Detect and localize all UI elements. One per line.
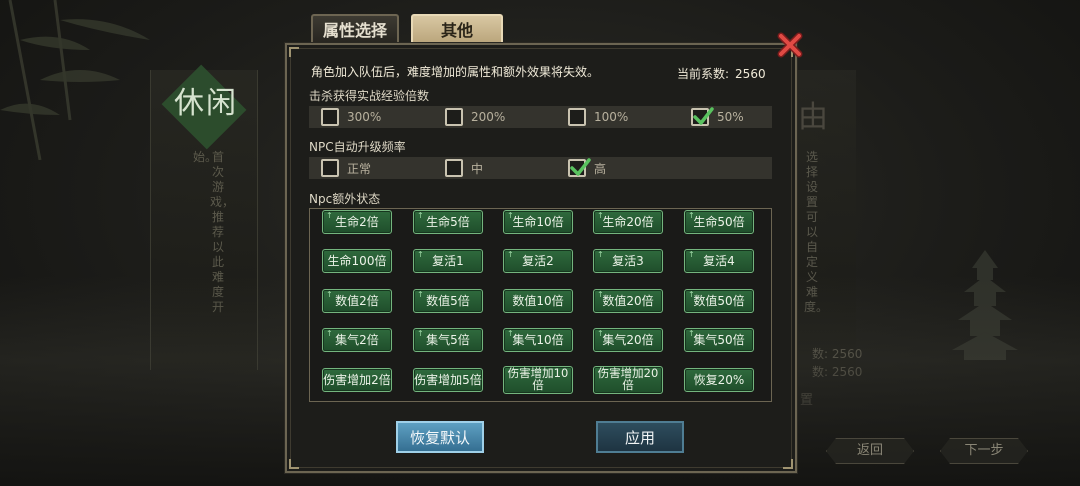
- status-button[interactable]: ↑ 生命2倍: [322, 210, 392, 234]
- banner-title-casual: 休闲: [174, 86, 238, 121]
- npc-level-frequency-label: NPC自动升级频率: [309, 140, 406, 154]
- checkbox[interactable]: [321, 159, 339, 177]
- npc-extra-status-label: Npc额外状态: [309, 192, 381, 206]
- status-button[interactable]: ↑ 生命50倍: [684, 210, 754, 234]
- close-icon: [777, 32, 803, 58]
- status-button[interactable]: ↑ 集气10倍: [503, 328, 573, 352]
- status-button[interactable]: 伤害增加10倍: [503, 366, 573, 394]
- checkbox[interactable]: [445, 159, 463, 177]
- banner-setting-text: 置: [800, 393, 814, 408]
- banner-title-custom: 由: [798, 100, 828, 135]
- coefficient-value: 2560: [735, 67, 766, 81]
- status-button[interactable]: 生命100倍: [322, 249, 392, 273]
- option-label: 50%: [717, 110, 744, 124]
- banner-title-diamond: [161, 64, 247, 150]
- status-button[interactable]: 伤害增加5倍: [413, 368, 483, 392]
- status-button[interactable]: ↑ 集气50倍: [684, 328, 754, 352]
- status-button[interactable]: ↑ 复活1: [413, 249, 483, 273]
- checkbox-checked[interactable]: [691, 107, 714, 126]
- bamboo-decoration-icon: [0, 0, 150, 160]
- exp-option-200[interactable]: 200%: [445, 108, 505, 126]
- status-button[interactable]: 恢复20%: [684, 368, 754, 392]
- current-coefficient: 当前系数: 2560: [677, 65, 766, 82]
- tab-other[interactable]: 其他: [411, 14, 503, 44]
- status-button[interactable]: ↑ 生命20倍: [593, 210, 663, 234]
- exp-option-300[interactable]: 300%: [321, 108, 381, 126]
- status-button[interactable]: ↑ 生命10倍: [503, 210, 573, 234]
- difficulty-banner-casual: [150, 70, 258, 370]
- option-label: 高: [594, 161, 607, 176]
- exp-option-50[interactable]: 50%: [691, 107, 744, 126]
- npc-freq-option-high[interactable]: 高: [568, 158, 607, 177]
- checkmark-icon: [570, 158, 591, 176]
- option-label: 100%: [594, 110, 629, 124]
- npc-level-frequency-options: 正常 中 高: [309, 157, 772, 179]
- status-button[interactable]: ↑ 复活2: [503, 249, 573, 273]
- party-notice: 角色加入队伍后，难度增加的属性和额外效果将失效。: [311, 65, 600, 79]
- banner-coef-2: 数: 2560: [812, 365, 863, 379]
- status-button[interactable]: ↑ 数值50倍: [684, 289, 754, 313]
- status-button[interactable]: 伤害增加20倍: [593, 366, 663, 394]
- banner-desc-casual: 首次游戏，推荐以此难度开: [210, 150, 235, 314]
- option-label: 300%: [347, 110, 382, 124]
- status-button[interactable]: ↑ 生命5倍: [413, 210, 483, 234]
- status-button[interactable]: ↑ 数值2倍: [322, 289, 392, 313]
- checkbox[interactable]: [568, 108, 586, 126]
- back-button[interactable]: 返回: [826, 438, 914, 464]
- checkbox[interactable]: [445, 108, 463, 126]
- npc-freq-option-normal[interactable]: 正常: [321, 159, 371, 177]
- apply-button[interactable]: 应用: [596, 421, 684, 453]
- tab-attribute-select[interactable]: 属性选择: [311, 14, 399, 44]
- option-label: 正常: [347, 161, 372, 176]
- coefficient-label: 当前系数:: [677, 67, 730, 81]
- checkbox[interactable]: [321, 108, 339, 126]
- difficulty-banner-custom: [790, 70, 856, 370]
- status-button[interactable]: ↑ 数值20倍: [593, 289, 663, 313]
- status-button[interactable]: 伤害增加2倍: [322, 368, 392, 392]
- pagoda-icon: [952, 250, 1018, 360]
- checkbox-checked[interactable]: [568, 158, 591, 177]
- status-button[interactable]: ↑ 复活4: [684, 249, 754, 273]
- next-step-button[interactable]: 下一步: [940, 438, 1028, 464]
- banner-desc-custom: 选择设置可以自定义难度。: [804, 150, 829, 314]
- status-button[interactable]: ↑ 复活3: [593, 249, 663, 273]
- status-button[interactable]: ↑ 集气5倍: [413, 328, 483, 352]
- status-button[interactable]: 数值10倍: [503, 289, 573, 313]
- npc-freq-option-medium[interactable]: 中: [445, 159, 483, 177]
- banner-coef-1: 数: 2560: [812, 347, 863, 361]
- option-label: 200%: [471, 110, 506, 124]
- banner-desc-casual-tail: 始。: [193, 150, 218, 164]
- checkmark-icon: [693, 107, 714, 125]
- corner-ornament: [289, 47, 299, 57]
- status-button[interactable]: ↑ 集气20倍: [593, 328, 663, 352]
- status-button[interactable]: ↑ 数值5倍: [413, 289, 483, 313]
- exp-multiplier-options: 300% 200% 100% 50%: [309, 106, 772, 128]
- exp-option-100[interactable]: 100%: [568, 108, 628, 126]
- status-button[interactable]: ↑ 集气2倍: [322, 328, 392, 352]
- option-label: 中: [471, 161, 484, 176]
- exp-multiplier-label: 击杀获得实战经验倍数: [309, 89, 430, 103]
- corner-ornament: [289, 459, 299, 469]
- restore-default-button[interactable]: 恢复默认: [396, 421, 484, 453]
- close-button[interactable]: [776, 31, 804, 59]
- corner-ornament: [783, 459, 793, 469]
